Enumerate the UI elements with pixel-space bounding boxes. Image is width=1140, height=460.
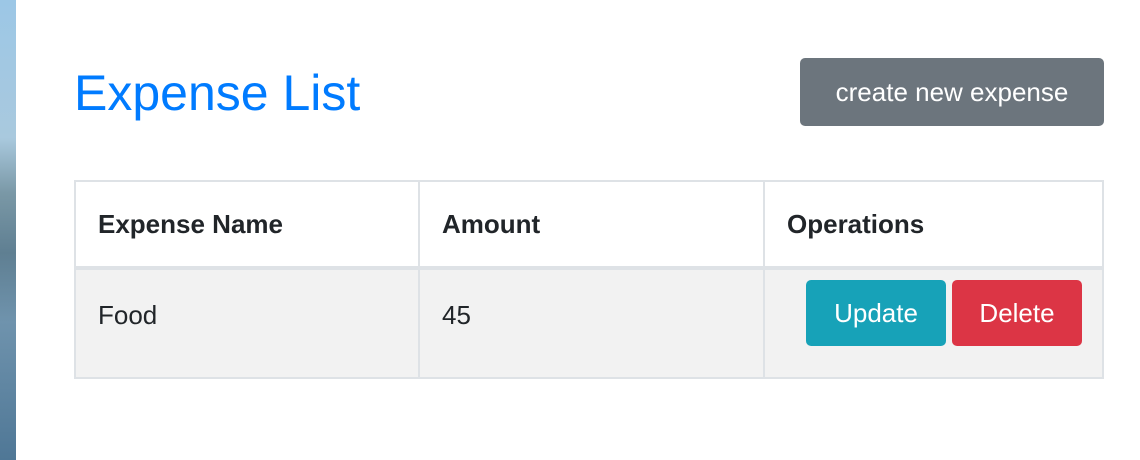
- create-expense-button[interactable]: create new expense: [800, 58, 1104, 126]
- delete-button[interactable]: Delete: [952, 280, 1082, 346]
- table-row: Food 45 Update Delete: [74, 267, 1104, 379]
- column-header-operations: Operations: [763, 180, 1104, 270]
- column-header-amount: Amount: [418, 180, 765, 270]
- expense-amount-cell: 45: [418, 267, 765, 379]
- table-header-row: Expense Name Amount Operations: [74, 180, 1104, 270]
- expense-table: Expense Name Amount Operations Food 45 U…: [74, 180, 1104, 379]
- operations-cell: Update Delete: [763, 267, 1104, 379]
- expense-name-cell: Food: [74, 267, 420, 379]
- expense-list-page: Expense List create new expense Expense …: [16, 0, 1140, 460]
- desktop-background-strip: [0, 0, 16, 460]
- update-button[interactable]: Update: [806, 280, 946, 346]
- page-title: Expense List: [74, 65, 361, 121]
- column-header-expense-name: Expense Name: [74, 180, 420, 270]
